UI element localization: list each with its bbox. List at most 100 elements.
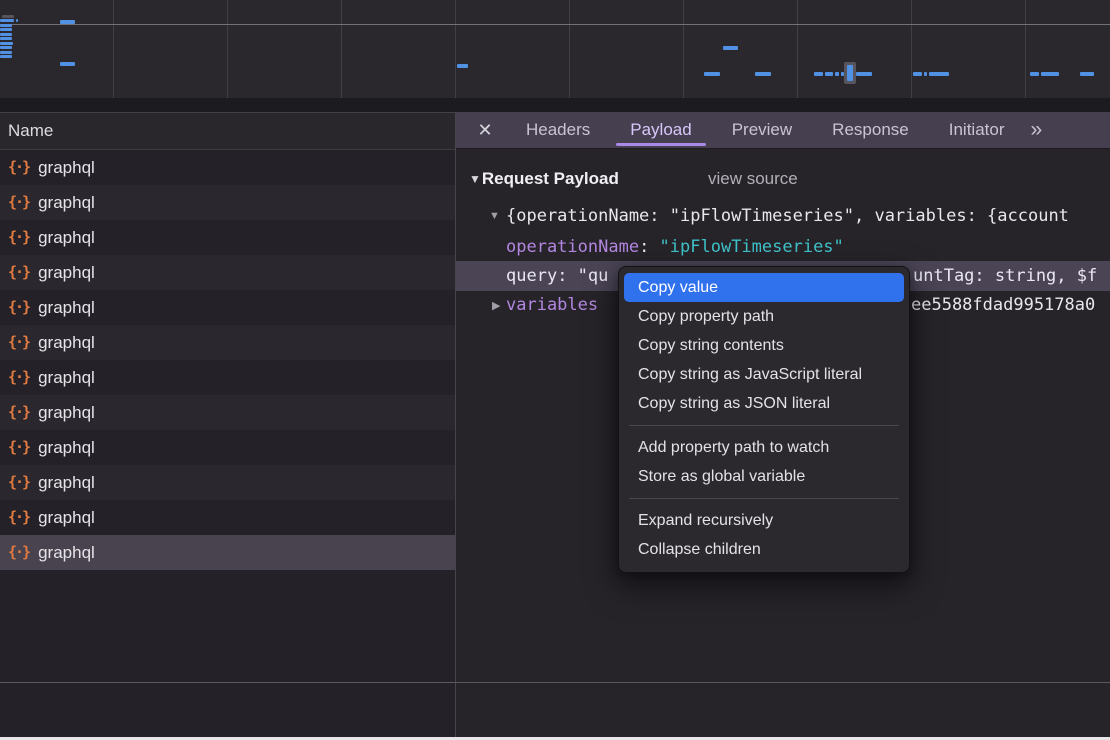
name-column-header[interactable]: Name [0, 112, 455, 150]
menu-item-copy-value[interactable]: Copy value [624, 273, 904, 302]
payload-summary-row[interactable]: {operationName: "ipFlowTimeseries", vari… [456, 202, 1110, 230]
request-name-label: graphql [38, 263, 95, 283]
json-braces-icon: {·} [8, 158, 29, 176]
request-timing-bar [1030, 72, 1039, 76]
double-chevron-glyph: » [1030, 118, 1040, 142]
tab-payload[interactable]: Payload [610, 112, 711, 148]
request-timing-bar [0, 46, 12, 49]
menu-separator [629, 425, 899, 426]
json-braces-icon: {·} [8, 473, 29, 491]
request-name-label: graphql [38, 543, 95, 563]
request-timing-bar [913, 72, 922, 76]
request-row[interactable]: {·}graphql [0, 150, 455, 185]
close-glyph: ✕ [477, 120, 492, 141]
overview-bottom-strip [0, 98, 1110, 112]
more-tabs-chevron-icon[interactable]: » [1024, 112, 1046, 148]
overview-horizontal-gridline [0, 24, 1110, 25]
section-title: Request Payload [482, 169, 619, 189]
json-braces-icon: {·} [8, 228, 29, 246]
menu-item-copy-string-as-json-literal[interactable]: Copy string as JSON literal [624, 389, 904, 418]
overview-gridline [113, 0, 114, 110]
overview-gridline [569, 0, 570, 110]
request-row[interactable]: {·}graphql [0, 395, 455, 430]
devtools-network-panel: Name {·} graphql {·} graphql {·} graphql {·} gr… [0, 0, 1110, 740]
request-timing-bar [856, 72, 872, 76]
menu-item-add-property-path-to-watch[interactable]: Add property path to watch [624, 433, 904, 462]
request-timing-bar [0, 19, 14, 22]
context-menu: Copy valueCopy property pathCopy string … [618, 266, 910, 573]
property-key: operationName [506, 237, 639, 257]
request-row[interactable]: {·}graphql [0, 185, 455, 220]
request-name-label: graphql [38, 403, 95, 423]
bottom-separator [0, 682, 1110, 683]
menu-item-expand-recursively[interactable]: Expand recursively [624, 506, 904, 535]
summary-text: {operationName: "ipFlowTimeseries", vari… [506, 206, 1069, 226]
json-braces-icon: {·} [8, 298, 29, 316]
request-name-label: graphql [38, 333, 95, 353]
request-list-panel: Name {·} graphql {·} graphql {·} graphql {·} gr… [0, 112, 455, 737]
request-name-label: graphql [38, 368, 95, 388]
menu-item-collapse-children[interactable]: Collapse children [624, 535, 904, 564]
request-name-label: graphql [38, 438, 95, 458]
request-row[interactable]: {·}graphql [0, 500, 455, 535]
json-braces-icon: {·} [8, 438, 29, 456]
colon: : [639, 237, 659, 257]
request-timing-bar [0, 24, 12, 27]
request-row[interactable]: {·}graphql [0, 290, 455, 325]
network-overview-waterfall[interactable] [0, 0, 1110, 98]
request-row[interactable]: {·}graphql [0, 220, 455, 255]
overview-gridline [455, 0, 456, 110]
json-braces-icon: {·} [8, 263, 29, 281]
request-timing-bar [929, 72, 949, 76]
property-key: variables [506, 295, 598, 315]
request-row[interactable]: {·} graphql [0, 465, 455, 500]
request-timing-bar [0, 37, 12, 40]
variables-value-right-fragment: ee5588fdad995178a0 [911, 291, 1095, 319]
request-row[interactable]: {·} graphql [0, 325, 455, 360]
request-timing-bar [0, 33, 12, 36]
overview-gridline [227, 0, 228, 110]
name-column-label: Name [8, 121, 53, 141]
request-timing-bar [755, 72, 771, 76]
request-name-label: graphql [38, 508, 95, 528]
colon: : [557, 266, 577, 286]
json-braces-icon: {·} [8, 333, 29, 351]
request-row[interactable]: {·} graphql [0, 430, 455, 465]
menu-item-copy-string-contents[interactable]: Copy string contents [624, 331, 904, 360]
menu-item-copy-property-path[interactable]: Copy property path [624, 302, 904, 331]
overview-gridline [797, 0, 798, 110]
request-timing-bar [924, 72, 927, 76]
overview-gridline [911, 0, 912, 110]
request-timing-bar [704, 72, 720, 76]
request-row[interactable]: {·} graphql [0, 255, 455, 290]
tab-headers[interactable]: Headers [506, 112, 610, 148]
request-timing-bar [723, 46, 738, 50]
request-timing-bar [60, 20, 75, 24]
tab-initiator[interactable]: Initiator [929, 112, 1025, 148]
property-key: query [506, 266, 557, 286]
request-row[interactable]: {·}graphql [0, 535, 455, 570]
json-braces-icon: {·} [8, 368, 29, 386]
request-timing-bar [835, 72, 839, 76]
request-payload-section-header[interactable]: ▼ Request Payload [469, 165, 619, 193]
request-timing-bar [825, 72, 833, 76]
property-value: "ipFlowTimeseries" [660, 237, 844, 257]
menu-item-copy-string-as-javascript-literal[interactable]: Copy string as JavaScript literal [624, 360, 904, 389]
request-timing-bar [16, 19, 18, 22]
property-value-fragment: "qu [578, 266, 609, 286]
tabs-holder: HeadersPayloadPreviewResponseInitiator [506, 112, 1024, 148]
request-timing-bar [2, 15, 14, 18]
request-timing-bar [457, 64, 468, 68]
menu-item-store-as-global-variable[interactable]: Store as global variable [624, 462, 904, 491]
request-timing-bar [1041, 72, 1059, 76]
request-name-label: graphql [38, 473, 95, 493]
overview-gridline [341, 0, 342, 110]
close-icon[interactable]: ✕ [464, 112, 506, 148]
request-row[interactable]: {·} graphql [0, 360, 455, 395]
overview-gridline [683, 0, 684, 110]
tab-response[interactable]: Response [812, 112, 929, 148]
tab-preview[interactable]: Preview [712, 112, 812, 148]
view-source-link[interactable]: view source [708, 165, 798, 193]
collapse-triangle-icon[interactable]: ▼ [469, 172, 481, 186]
tree-row-operationName[interactable]: operationName: "ipFlowTimeseries" [456, 233, 1110, 261]
